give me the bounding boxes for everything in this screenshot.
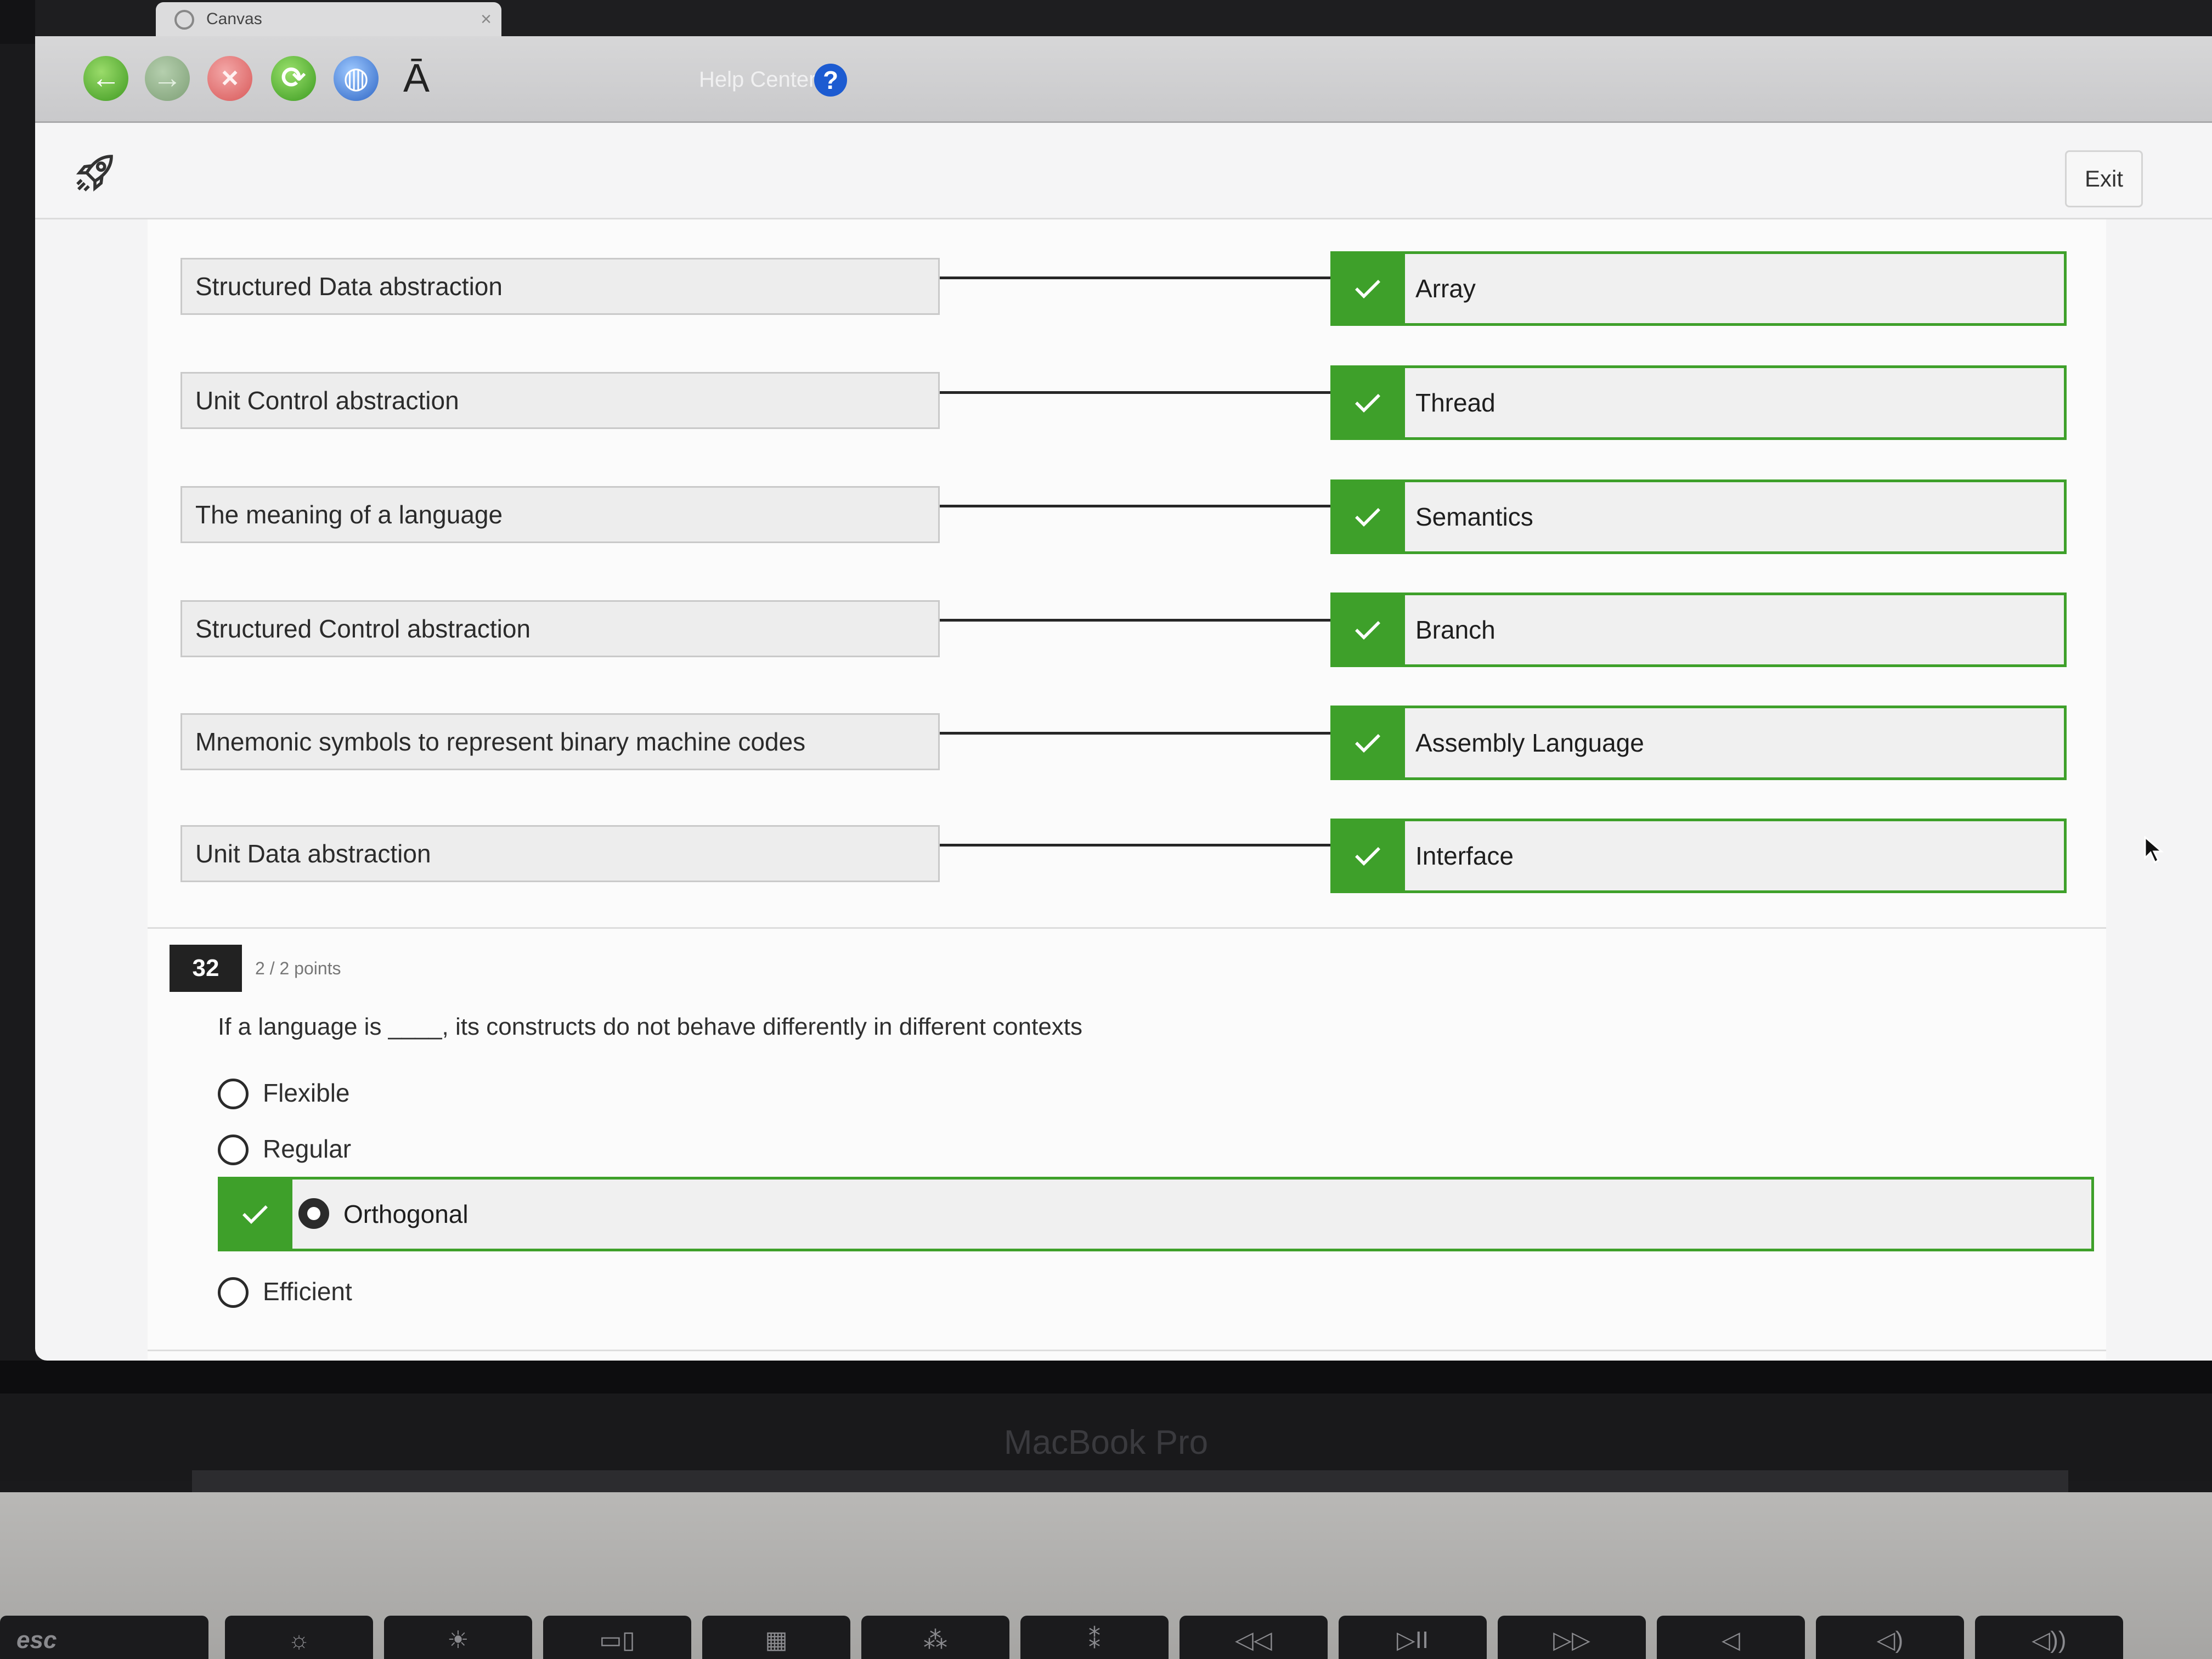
launchpad-key: ▦ bbox=[702, 1616, 850, 1659]
match-connector-line bbox=[940, 505, 1330, 507]
match-term: The meaning of a language bbox=[180, 486, 940, 543]
question-text: If a language is ____, its constructs do… bbox=[218, 1013, 1083, 1040]
laptop-brand-label: MacBook Pro bbox=[0, 1393, 2212, 1481]
browser-tab[interactable]: Canvas × bbox=[156, 2, 501, 36]
correct-check-icon bbox=[1330, 706, 1405, 780]
match-answer[interactable]: Thread bbox=[1330, 365, 2067, 440]
answer-option-label: Orthogonal bbox=[343, 1200, 469, 1228]
match-answer[interactable]: Semantics bbox=[1330, 479, 2067, 554]
answer-option-label: Flexible bbox=[263, 1079, 350, 1107]
match-answer-label: Assembly Language bbox=[1415, 729, 1644, 757]
answer-option[interactable]: Efficient bbox=[218, 1268, 352, 1314]
globe-icon[interactable]: ◍ bbox=[334, 56, 379, 101]
match-connector-line bbox=[940, 391, 1330, 394]
fast-forward-key: ▷▷ bbox=[1498, 1616, 1646, 1659]
quiz-content: Structured Data abstraction Array Unit C… bbox=[148, 219, 2106, 1361]
browser-toolbar: ← → × ⟳ ◍ Ā Help Center ? bbox=[35, 36, 2212, 123]
quiz-header: Exit bbox=[35, 123, 2212, 219]
match-term: Mnemonic symbols to represent binary mac… bbox=[180, 713, 940, 770]
answer-option[interactable]: Flexible bbox=[218, 1070, 350, 1116]
correct-check-icon bbox=[1330, 592, 1405, 667]
brightness-up-key: ☀ bbox=[384, 1616, 532, 1659]
match-answer-label: Thread bbox=[1415, 388, 1496, 417]
match-answer-label: Array bbox=[1415, 274, 1476, 303]
help-center-link[interactable]: Help Center bbox=[699, 60, 816, 99]
correct-check-icon bbox=[1330, 251, 1405, 326]
keyboard-light-down-key: ⁂ bbox=[861, 1616, 1009, 1659]
volume-down-key: ◁) bbox=[1816, 1616, 1964, 1659]
text-size-icon[interactable]: Ā bbox=[397, 53, 436, 104]
esc-key: esc bbox=[0, 1616, 208, 1659]
match-connector-line bbox=[940, 619, 1330, 622]
match-answer[interactable]: Branch bbox=[1330, 592, 2067, 667]
match-term: Structured Control abstraction bbox=[180, 600, 940, 657]
match-connector-line bbox=[940, 844, 1330, 847]
radio-button[interactable] bbox=[218, 1277, 249, 1308]
answer-option[interactable]: Orthogonal bbox=[298, 1180, 469, 1249]
match-answer[interactable]: Interface bbox=[1330, 819, 2067, 893]
radio-button[interactable] bbox=[218, 1135, 249, 1165]
stop-icon[interactable]: × bbox=[207, 56, 252, 101]
keyboard-light-up-key: ⁑ bbox=[1020, 1616, 1169, 1659]
match-answer-label: Semantics bbox=[1415, 503, 1533, 531]
correct-check-icon bbox=[1330, 819, 1405, 893]
forward-arrow-icon[interactable]: → bbox=[145, 56, 190, 101]
match-connector-line bbox=[940, 276, 1330, 279]
match-answer-label: Interface bbox=[1415, 842, 1514, 870]
correct-check-icon bbox=[1330, 479, 1405, 554]
tab-close-icon[interactable]: × bbox=[481, 2, 492, 36]
tab-title: Canvas bbox=[206, 10, 262, 28]
rocket-icon bbox=[76, 155, 113, 192]
play-pause-key: ▷II bbox=[1339, 1616, 1487, 1659]
answer-option-label: Efficient bbox=[263, 1277, 352, 1306]
answer-option-correct[interactable]: Orthogonal bbox=[218, 1177, 2094, 1251]
radio-button[interactable] bbox=[218, 1079, 249, 1109]
brightness-down-key: ☼ bbox=[225, 1616, 373, 1659]
correct-check-icon bbox=[1330, 365, 1405, 440]
match-term: Unit Data abstraction bbox=[180, 825, 940, 882]
answer-option[interactable]: Regular bbox=[218, 1126, 351, 1172]
question-points: 2 / 2 points bbox=[255, 958, 341, 978]
match-answer[interactable]: Array bbox=[1330, 251, 2067, 326]
volume-up-key: ◁)) bbox=[1975, 1616, 2123, 1659]
match-term: Unit Control abstraction bbox=[180, 372, 940, 429]
screen: Canvas × ← → × ⟳ ◍ Ā Help Center ? Exit … bbox=[35, 0, 2212, 1361]
bottom-divider bbox=[148, 1350, 2106, 1351]
question-divider bbox=[148, 927, 2106, 929]
match-connector-line bbox=[940, 732, 1330, 735]
mute-key: ◁ bbox=[1657, 1616, 1805, 1659]
exit-button[interactable]: Exit bbox=[2065, 150, 2143, 207]
browser-tabstrip: Canvas × bbox=[35, 0, 2212, 36]
question-number-badge: 32 bbox=[170, 945, 242, 992]
match-term: Structured Data abstraction bbox=[180, 258, 940, 315]
answer-option-label: Regular bbox=[263, 1135, 352, 1163]
mouse-pointer-icon bbox=[2144, 836, 2164, 864]
radio-button-selected[interactable] bbox=[298, 1198, 329, 1229]
help-question-icon[interactable]: ? bbox=[814, 64, 847, 97]
back-arrow-icon[interactable]: ← bbox=[83, 56, 128, 101]
match-answer-label: Branch bbox=[1415, 616, 1496, 644]
rewind-key: ◁◁ bbox=[1180, 1616, 1328, 1659]
canvas-favicon-icon bbox=[174, 10, 194, 30]
match-answer[interactable]: Assembly Language bbox=[1330, 706, 2067, 780]
correct-check-icon bbox=[218, 1177, 292, 1251]
reload-icon[interactable]: ⟳ bbox=[271, 56, 316, 101]
mission-control-key: ▭▯ bbox=[543, 1616, 691, 1659]
